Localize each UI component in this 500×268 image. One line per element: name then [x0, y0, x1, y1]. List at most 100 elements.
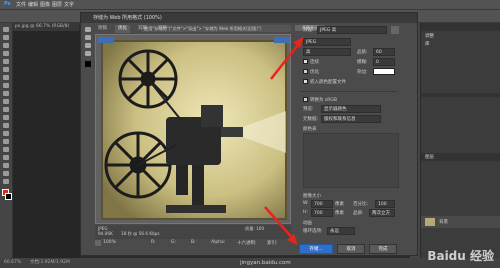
quality-select[interactable]: 高	[303, 48, 351, 56]
annotation-arrow-bottom	[264, 206, 298, 245]
matte-swatch[interactable]	[373, 68, 395, 75]
width-input[interactable]: 700	[311, 200, 333, 208]
annotation-arrow-top	[270, 37, 304, 80]
hex-label: 十六进制:	[237, 241, 257, 246]
layers-title[interactable]: 图层	[425, 154, 434, 160]
lib-label[interactable]: 库	[425, 41, 430, 47]
done-button[interactable]: 完成	[369, 244, 397, 254]
image-preview[interactable]	[95, 34, 291, 224]
metadata-select[interactable]: 版权和联系信息	[321, 115, 381, 123]
pen-tool-icon[interactable]	[3, 139, 9, 144]
panel-divider	[421, 93, 500, 97]
quality-num-input[interactable]: 60	[373, 48, 395, 56]
tab-original[interactable]: 原稿	[95, 25, 110, 33]
dodge-tool-icon[interactable]	[3, 131, 9, 136]
status-zoom[interactable]: 66.67%	[4, 258, 21, 268]
resample-select[interactable]: 两次立方	[369, 209, 395, 217]
background-color-swatch[interactable]	[5, 193, 12, 200]
percent-input[interactable]: 100	[375, 200, 395, 208]
settings-menu-icon[interactable]	[391, 26, 399, 34]
preview-label: 预览:	[303, 107, 314, 112]
menu-edit[interactable]: 编辑	[28, 1, 38, 8]
zoom-tool-icon[interactable]	[3, 179, 9, 184]
right-panels: 调整 库 图层 背景	[420, 23, 500, 258]
projector-image	[98, 37, 290, 220]
eyedropper-icon[interactable]	[85, 51, 91, 56]
menu-type[interactable]: 文字	[64, 1, 74, 8]
height-input[interactable]: 700	[311, 209, 333, 217]
eraser-tool-icon[interactable]	[3, 107, 9, 112]
layer-name: 背景	[439, 220, 448, 225]
layer-row[interactable]: 背景	[421, 216, 500, 228]
g-label: G:	[171, 240, 177, 245]
h-label: H:	[303, 210, 308, 215]
gradient-tool-icon[interactable]	[3, 115, 9, 120]
eyedropper-color-swatch[interactable]	[85, 61, 91, 67]
format-select[interactable]: JPEG	[303, 38, 351, 46]
preset-select[interactable]: JPEG 高	[317, 26, 387, 34]
dialog-tools	[83, 25, 93, 85]
zoom-minus-icon[interactable]	[95, 240, 101, 246]
preview-select[interactable]: 显示器颜色	[321, 105, 381, 113]
download-time-caption: 18 秒 @ 56.6 Kbps	[121, 231, 160, 236]
zoom-value[interactable]: 100%	[103, 240, 116, 245]
baidu-watermark-logo: Baidu 经验	[427, 247, 494, 264]
hand-tool-icon[interactable]	[3, 171, 9, 176]
color-table-area	[303, 133, 399, 188]
slice-select-icon[interactable]	[85, 35, 91, 40]
tab-optimized[interactable]: 优化	[115, 25, 130, 33]
text-tool-icon[interactable]	[3, 147, 9, 152]
image-size-label: 图像大小	[303, 194, 321, 199]
layers-header: 图层	[421, 153, 500, 161]
zoom-icon[interactable]	[85, 43, 91, 48]
menu-image[interactable]: 图像	[40, 1, 50, 8]
w-unit: 像素	[335, 202, 344, 207]
quick-select-tool-icon[interactable]	[3, 51, 9, 56]
size-caption: 94.06K	[98, 231, 113, 236]
color-table-label: 颜色表	[303, 127, 317, 132]
stamp-tool-icon[interactable]	[3, 91, 9, 96]
resample-label: 品质:	[353, 211, 364, 216]
convert-srgb-checkbox[interactable]	[303, 97, 308, 102]
metadata-label: 元数据:	[303, 117, 319, 122]
loop-select[interactable]: 永远	[327, 227, 355, 235]
view-tabs: 原稿 优化 双联 四联	[95, 25, 291, 33]
tab-2up[interactable]: 双联	[135, 25, 150, 33]
matte-label: 杂边:	[357, 70, 368, 75]
marquee-tool-icon[interactable]	[3, 35, 9, 40]
path-select-tool-icon[interactable]	[3, 155, 9, 160]
save-button[interactable]: 存储...	[299, 244, 333, 254]
blur-input[interactable]: 0	[373, 58, 395, 66]
slice-badge-left	[98, 37, 114, 43]
h-unit: 像素	[335, 211, 344, 216]
status-doc-size: 文档:1.92M/1.92M	[30, 260, 70, 265]
percent-label: 百分比:	[353, 202, 369, 207]
blur-tool-icon[interactable]	[3, 123, 9, 128]
progressive-label: 连续	[310, 60, 319, 65]
blur-label: 模糊:	[357, 60, 368, 65]
brush-tool-icon[interactable]	[3, 83, 9, 88]
lasso-tool-icon[interactable]	[3, 43, 9, 48]
history-brush-tool-icon[interactable]	[3, 99, 9, 104]
crop-tool-icon[interactable]	[3, 59, 9, 64]
hand-icon[interactable]	[85, 27, 91, 32]
eyedropper-tool-icon[interactable]	[3, 67, 9, 72]
tab-4up[interactable]: 四联	[155, 25, 170, 33]
alpha-label: Alpha:	[211, 240, 226, 245]
ps-logo-icon[interactable]: Ps	[4, 1, 11, 7]
shape-tool-icon[interactable]	[3, 163, 9, 168]
adjust-label[interactable]: 调整	[425, 33, 434, 39]
cancel-button[interactable]: 取消	[337, 244, 365, 254]
quality-num-label: 品质:	[357, 50, 368, 55]
menu-file[interactable]: 文件	[16, 1, 26, 8]
layer-thumbnail	[425, 218, 435, 226]
dialog-title: 存储为 Web 所用格式 (100%)	[81, 13, 417, 23]
document-tab[interactable]: ps.jpg @ 66.7% (RGB/8)	[13, 23, 79, 31]
healing-tool-icon[interactable]	[3, 75, 9, 80]
watermark-url: jingyan.baidu.com	[240, 260, 291, 266]
move-tool-icon[interactable]	[3, 27, 9, 32]
menu-layer[interactable]: 图层	[52, 1, 62, 8]
menu-bar: Ps 文件 编辑 图像 图层 文字	[0, 0, 500, 10]
tool-panel	[0, 23, 13, 258]
loop-label: 循环选项:	[303, 229, 323, 234]
